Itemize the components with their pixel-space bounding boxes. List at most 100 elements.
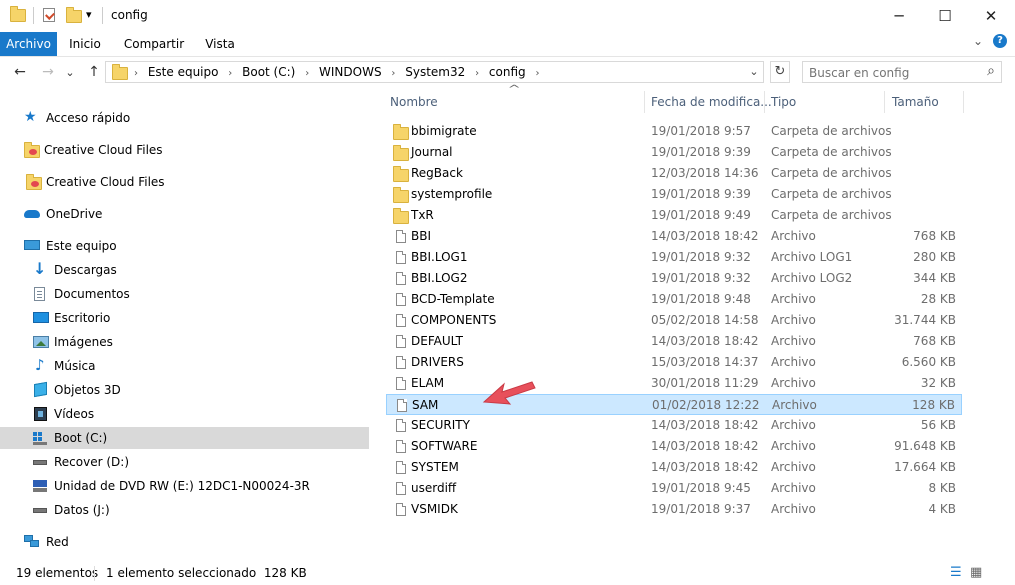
file-name: DRIVERS [411,355,464,369]
table-row[interactable]: DRIVERS 15/03/2018 14:37 Archivo 6.560 KB [386,352,962,373]
sidebar-item-acceso-rapido[interactable]: ★ Acceso rápido [0,107,372,129]
sidebar-item-label: Unidad de DVD RW (E:) 12DC1-N00024-3R [54,479,310,493]
table-row[interactable]: COMPONENTS 05/02/2018 14:58 Archivo 31.744 … [386,310,962,331]
sidebar-item-creative-cloud[interactable]: Creative Cloud Files [0,139,372,161]
sidebar-item-red[interactable]: Red [0,531,372,553]
toolbar-divider [33,7,34,24]
sidebar-item-este-equipo[interactable]: Este equipo [0,235,372,257]
help-icon[interactable]: ? [993,34,1007,48]
breadcrumb-windows[interactable]: WINDOWS [319,62,382,82]
table-row[interactable]: SOFTWARE 14/03/2018 18:42 Archivo 91.648 KB [386,436,962,457]
table-row[interactable]: RegBack 12/03/2018 14:36 Carpeta de archiv… [386,163,962,184]
back-button[interactable]: ← [10,62,30,82]
table-row[interactable]: Journal 19/01/2018 9:39 Carpeta de archivo… [386,142,962,163]
table-row[interactable]: SECURITY 14/03/2018 18:42 Archivo 56 KB [386,415,962,436]
table-row[interactable]: TxR 19/01/2018 9:49 Carpeta de archivos [386,205,962,226]
sidebar-item-creative-cloud-2[interactable]: Creative Cloud Files [0,171,372,193]
tab-vista[interactable]: Vista [196,32,244,56]
selection-info: 1 elemento seleccionado 128 KB [106,566,307,580]
file-date: 19/01/2018 9:48 [651,292,751,306]
breadcrumb-separator[interactable]: › [305,64,309,84]
minimize-button[interactable]: ─ [876,0,922,32]
up-button[interactable]: ↑ [84,62,104,82]
breadcrumb-separator[interactable]: › [535,64,539,84]
breadcrumb-separator[interactable]: › [475,64,479,84]
table-row[interactable]: SAM 01/02/2018 12:22 Archivo 128 KB [386,394,962,415]
sidebar-item-label: Este equipo [46,239,117,253]
sidebar-item-datos[interactable]: Datos (J:) [0,499,372,521]
column-divider[interactable] [644,91,645,113]
file-size: 31.744 KB [894,313,956,327]
cloud-icon [24,210,40,218]
tab-compartir[interactable]: Compartir [115,32,193,56]
properties-icon[interactable] [43,8,55,22]
search-icon[interactable]: ⌕ [987,63,995,79]
sidebar-item-label: Descargas [54,263,117,277]
sidebar-item-escritorio[interactable]: Escritorio [0,307,372,329]
breadcrumb-system32[interactable]: System32 [405,62,465,82]
column-divider[interactable] [884,91,885,113]
address-bar[interactable]: › Este equipo › Boot (C:) › WINDOWS › Sy… [105,61,764,83]
column-divider[interactable] [963,91,964,113]
sidebar-item-imagenes[interactable]: Imágenes [0,331,372,353]
column-header-type[interactable]: Tipo [771,91,796,113]
recent-locations-dropdown[interactable]: ⌄ [63,62,77,82]
quick-access-dropdown[interactable]: ▾ [86,8,92,21]
breadcrumb-separator[interactable]: › [391,64,395,84]
breadcrumb-este-equipo[interactable]: Este equipo [148,62,219,82]
file-type: Archivo [771,481,816,495]
large-icons-view-icon[interactable]: ▦ [970,565,982,580]
breadcrumb-config[interactable]: config [489,62,526,82]
file-type: Archivo [771,376,816,390]
table-row[interactable]: BBI 14/03/2018 18:42 Archivo 768 KB [386,226,962,247]
table-row[interactable]: BBI.LOG2 19/01/2018 9:32 Archivo LOG2 344 K… [386,268,962,289]
search-box[interactable]: ⌕ [802,61,1002,83]
column-header-name[interactable]: Nombre [390,91,438,113]
sidebar-item-videos[interactable]: Vídeos [0,403,372,425]
ribbon-collapse-icon[interactable]: ⌄ [973,34,983,48]
table-row[interactable]: SYSTEM 14/03/2018 18:42 Archivo 17.664 KB [386,457,962,478]
table-row[interactable]: DEFAULT 14/03/2018 18:42 Archivo 768 KB [386,331,962,352]
sidebar-item-boot[interactable]: Boot (C:) [0,427,369,449]
table-row[interactable]: bbimigrate 19/01/2018 9:57 Carpeta de arch… [386,121,962,142]
file-date: 19/01/2018 9:32 [651,271,751,285]
title-bar: ▾ config ─ ☐ ✕ [0,0,1015,32]
table-row[interactable]: ELAM 30/01/2018 11:29 Archivo 32 KB [386,373,962,394]
sidebar-item-recover[interactable]: Recover (D:) [0,451,372,473]
table-row[interactable]: BCD-Template 19/01/2018 9:48 Archivo 28 KB [386,289,962,310]
file-name: SECURITY [411,418,470,432]
file-size: 768 KB [913,229,956,243]
file-size: 280 KB [913,250,956,264]
sidebar-item-documentos[interactable]: Documentos [0,283,372,305]
table-row[interactable]: VSMIDK 19/01/2018 9:37 Archivo 4 KB [386,499,962,520]
file-type: Archivo [771,502,816,516]
close-button[interactable]: ✕ [968,0,1014,32]
star-icon: ★ [24,109,37,125]
sidebar-item-onedrive[interactable]: OneDrive [0,203,372,225]
address-dropdown[interactable]: ⌄ [745,62,763,82]
sidebar-item-descargas[interactable]: ↓ Descargas [0,259,372,281]
sidebar-item-musica[interactable]: ♪ Música [0,355,372,377]
sidebar-item-label: Acceso rápido [46,111,131,125]
table-row[interactable]: systemprofile 19/01/2018 9:39 Carpeta de a… [386,184,962,205]
sidebar-item-dvd[interactable]: Unidad de DVD RW (E:) 12DC1-N00024-3R [0,475,372,497]
new-folder-icon[interactable] [66,7,82,23]
details-view-icon[interactable]: ☰ [950,565,962,580]
file-name: BBI [411,229,432,243]
refresh-button[interactable]: ↻ [770,61,790,83]
breadcrumb-separator[interactable]: › [228,64,232,84]
tab-inicio[interactable]: Inicio [59,32,111,56]
maximize-button[interactable]: ☐ [922,0,968,32]
breadcrumb-boot[interactable]: Boot (C:) [242,62,295,82]
search-input[interactable] [807,63,981,83]
tab-archivo[interactable]: Archivo [0,32,57,56]
column-header-date[interactable]: Fecha de modifica... [651,91,772,113]
table-row[interactable]: BBI.LOG1 19/01/2018 9:32 Archivo LOG1 280 K… [386,247,962,268]
table-row[interactable]: userdiff 19/01/2018 9:45 Archivo 8 KB [386,478,962,499]
sidebar-item-objetos-3d[interactable]: Objetos 3D [0,379,372,401]
column-divider[interactable] [764,91,765,113]
column-header-size[interactable]: Tamaño [892,91,939,113]
sidebar-item-label: Documentos [54,287,130,301]
sidebar-item-label: Imágenes [54,335,113,349]
forward-button[interactable]: → [38,62,58,82]
